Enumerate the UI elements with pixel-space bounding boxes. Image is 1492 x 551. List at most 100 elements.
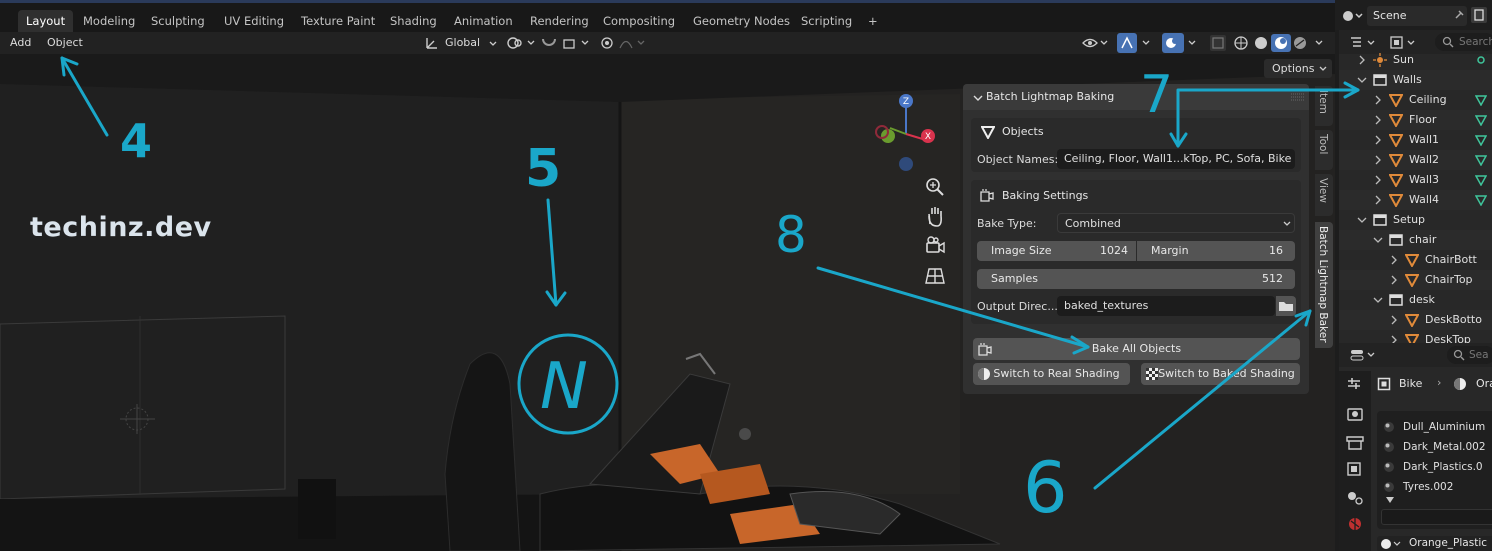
snap-toggle[interactable]: [540, 35, 592, 52]
tab-sculpting[interactable]: Sculpting: [143, 10, 213, 32]
active-material-selector[interactable]: Orange_Plastic: [1377, 536, 1492, 551]
options-dropdown[interactable]: Options: [1264, 59, 1332, 78]
outliner-row[interactable]: ChairTop: [1339, 270, 1492, 290]
image-size-field[interactable]: Image Size 1024: [977, 241, 1136, 261]
tab-tool[interactable]: Tool: [1315, 130, 1333, 170]
tab-modeling[interactable]: Modeling: [75, 10, 143, 32]
pin-icon[interactable]: [1453, 9, 1465, 21]
collapse-chevron-icon[interactable]: [1373, 95, 1383, 105]
outliner-row[interactable]: Sun: [1339, 50, 1492, 70]
folder-icon: [1279, 302, 1293, 311]
tab-animation[interactable]: Animation: [446, 10, 521, 32]
expand-chevron-icon[interactable]: [1373, 235, 1383, 245]
new-scene-icon[interactable]: [1471, 7, 1487, 23]
collapse-chevron-icon[interactable]: [1357, 55, 1367, 65]
overlay-toggle[interactable]: [1162, 33, 1202, 53]
gizmo-toggle[interactable]: [1117, 33, 1157, 53]
outliner-row[interactable]: desk: [1339, 290, 1492, 310]
expand-chevron-icon[interactable]: [1373, 295, 1383, 305]
expand-chevron-icon[interactable]: [1357, 215, 1367, 225]
material-slot[interactable]: Dark_Metal.002: [1377, 437, 1492, 457]
switch-baked-shading-button[interactable]: Switch to Baked Shading: [1141, 363, 1300, 385]
outliner-row[interactable]: Wall1: [1339, 130, 1492, 150]
visibility-dropdown[interactable]: [1082, 35, 1112, 52]
expand-chevron-icon[interactable]: [1357, 75, 1367, 85]
tab-uv-editing[interactable]: UV Editing: [216, 10, 292, 32]
collapse-chevron-icon[interactable]: [1389, 315, 1399, 325]
xray-toggle[interactable]: [1210, 35, 1226, 51]
material-sphere-icon: [1454, 378, 1466, 390]
outliner-row[interactable]: DeskBotto: [1339, 310, 1492, 330]
object-menu[interactable]: Object: [47, 36, 83, 49]
add-workspace-button[interactable]: +: [860, 10, 886, 32]
tab-layout[interactable]: Layout: [18, 10, 74, 32]
outliner-row[interactable]: ChairBott: [1339, 250, 1492, 270]
margin-field[interactable]: Margin 16: [1137, 241, 1295, 261]
material-slot[interactable]: Tyres.002: [1377, 477, 1492, 497]
camera-view-icon[interactable]: [923, 234, 947, 258]
collapse-chevron-icon[interactable]: [1373, 175, 1383, 185]
tab-geometry-nodes[interactable]: Geometry Nodes: [685, 10, 798, 32]
outliner-row[interactable]: Wall3: [1339, 170, 1492, 190]
collapse-chevron-icon[interactable]: [1373, 115, 1383, 125]
add-menu[interactable]: Add: [10, 36, 31, 49]
outliner-row[interactable]: chair: [1339, 230, 1492, 250]
outliner-row[interactable]: Wall2: [1339, 150, 1492, 170]
shading-mode-buttons[interactable]: [1232, 34, 1330, 52]
outliner-row[interactable]: Walls: [1339, 70, 1492, 90]
proportional-editing-toggle[interactable]: [598, 35, 650, 52]
mesh-data-icon: [1475, 195, 1487, 206]
samples-field[interactable]: Samples 512: [977, 269, 1295, 289]
pivot-icon: [507, 37, 535, 49]
outliner-row[interactable]: Floor: [1339, 110, 1492, 130]
gizmo-icon: [1121, 36, 1150, 49]
property-tab-icons[interactable]: [1339, 371, 1371, 551]
tab-compositing[interactable]: Compositing: [595, 10, 683, 32]
folder-browse-button[interactable]: [1276, 296, 1296, 316]
tab-view[interactable]: View: [1315, 174, 1333, 216]
tab-batch-lightmap-baker[interactable]: Batch Lightmap Baker: [1315, 222, 1333, 348]
outliner-row[interactable]: Setup: [1339, 210, 1492, 230]
drag-handle-icon[interactable]: [1291, 93, 1305, 101]
zoom-icon[interactable]: [923, 175, 947, 199]
pivot-dropdown[interactable]: [506, 35, 538, 52]
bake-all-objects-button[interactable]: Bake All Objects: [973, 338, 1300, 360]
scene-icon[interactable]: [1341, 8, 1363, 24]
breadcrumb-material: Ora: [1476, 377, 1492, 390]
outliner-row[interactable]: Wall4: [1339, 190, 1492, 210]
slot-filter-field[interactable]: [1381, 509, 1492, 525]
object-names-label: Object Names:: [977, 153, 1059, 166]
tab-texture-paint[interactable]: Texture Paint: [293, 10, 383, 32]
filter-dropdown[interactable]: [1389, 35, 1421, 51]
scene-name-field[interactable]: Scene: [1367, 6, 1467, 26]
collapse-chevron-icon[interactable]: [1373, 155, 1383, 165]
panel-header[interactable]: Batch Lightmap Baking: [963, 84, 1309, 110]
bake-type-dropdown[interactable]: Combined: [1057, 213, 1295, 233]
editor-type-dropdown[interactable]: [1349, 347, 1381, 363]
material-slot[interactable]: Dark_Plastics.0: [1377, 457, 1492, 477]
pan-hand-icon[interactable]: [923, 204, 947, 228]
tab-rendering[interactable]: Rendering: [522, 10, 597, 32]
tab-item[interactable]: Item: [1315, 86, 1333, 126]
output-directory-field[interactable]: baked_textures: [1057, 296, 1275, 316]
switch-real-shading-button[interactable]: Switch to Real Shading: [973, 363, 1130, 385]
expand-triangle-icon[interactable]: [1385, 495, 1395, 505]
properties-search-input[interactable]: Sea: [1447, 346, 1492, 364]
navigation-gizmo[interactable]: Z X: [870, 92, 940, 182]
collapse-chevron-icon[interactable]: [1373, 135, 1383, 145]
material-sphere-icon: [1384, 462, 1394, 472]
transform-orientation-dropdown[interactable]: Global: [424, 35, 499, 52]
material-slot[interactable]: Dull_Aluminium: [1377, 417, 1492, 437]
perspective-grid-icon[interactable]: [923, 264, 947, 288]
tab-shading[interactable]: Shading: [382, 10, 445, 32]
chevron-down-icon: [1283, 221, 1291, 226]
tab-scripting[interactable]: Scripting: [793, 10, 860, 32]
outliner-search-input[interactable]: Search: [1435, 33, 1492, 51]
collapse-chevron-icon[interactable]: [1373, 195, 1383, 205]
display-mode-dropdown[interactable]: [1349, 35, 1381, 51]
outliner-row[interactable]: Ceiling: [1339, 90, 1492, 110]
collapse-chevron-icon[interactable]: [1389, 255, 1399, 265]
collapse-chevron-icon[interactable]: [1389, 275, 1399, 285]
viewport-header: Add Object Global: [0, 32, 1335, 54]
object-names-field[interactable]: Ceiling, Floor, Wall1...kTop, PC, Sofa, …: [1057, 149, 1295, 169]
